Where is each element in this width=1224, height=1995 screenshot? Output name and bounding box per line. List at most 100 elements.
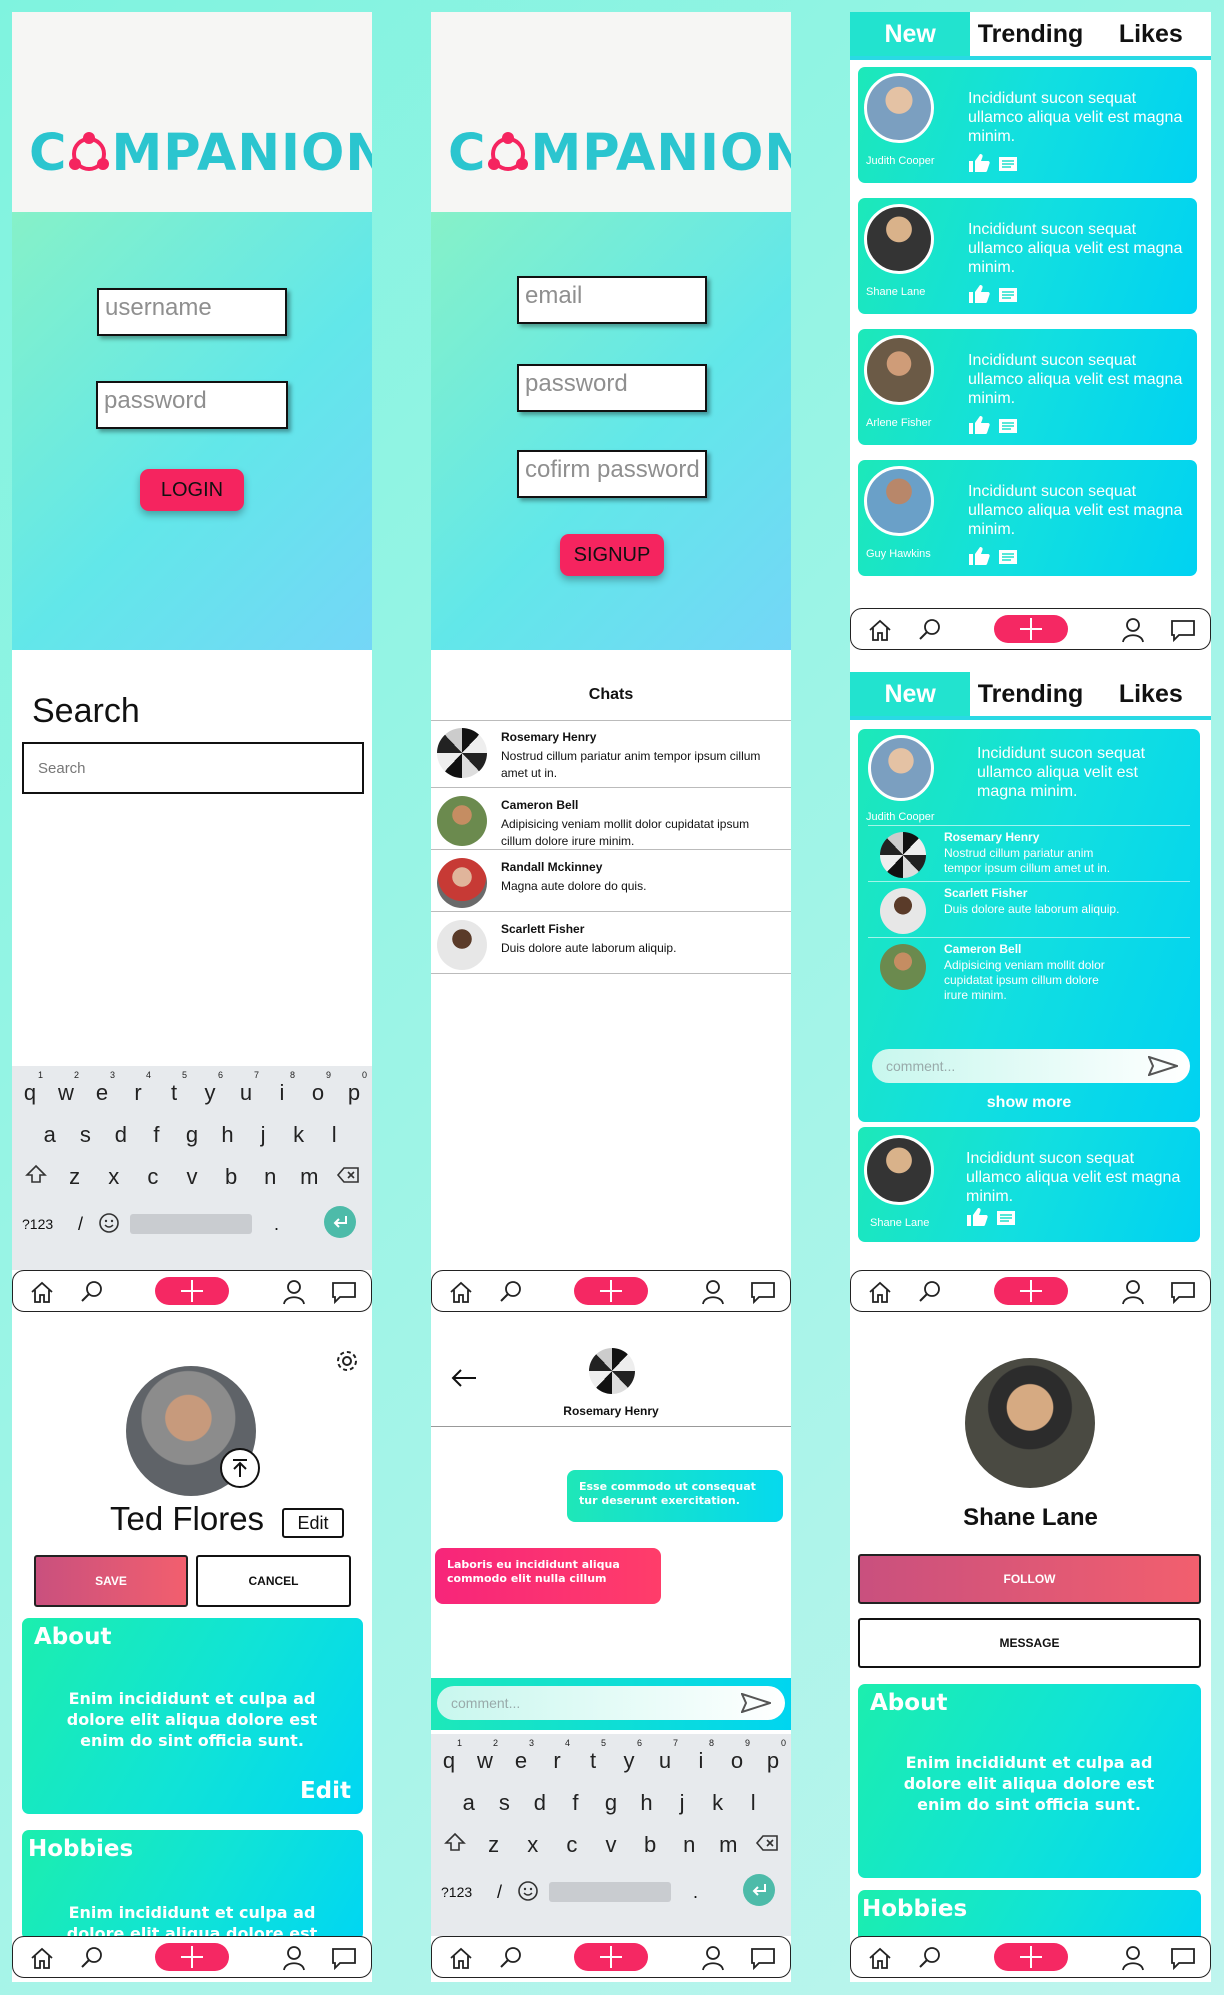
- show-more-link[interactable]: show more: [858, 1094, 1200, 1112]
- profile-icon[interactable]: [281, 1945, 307, 1971]
- key[interactable]: l: [738, 1790, 768, 1816]
- messages-icon[interactable]: [331, 1945, 357, 1971]
- key[interactable]: x: [518, 1832, 548, 1858]
- key[interactable]: v: [596, 1832, 626, 1858]
- key[interactable]: b: [216, 1164, 246, 1190]
- emoji-icon[interactable]: [98, 1212, 120, 1234]
- shift-key-icon[interactable]: [21, 1164, 51, 1190]
- key[interactable]: 2w: [51, 1070, 81, 1106]
- add-post-button[interactable]: [574, 1277, 648, 1305]
- key[interactable]: 9o: [303, 1070, 333, 1106]
- key[interactable]: g: [596, 1790, 626, 1816]
- shift-key-icon[interactable]: [440, 1832, 470, 1858]
- follow-button[interactable]: FOLLOW: [858, 1554, 1201, 1604]
- like-icon[interactable]: [968, 415, 990, 435]
- enter-key-icon[interactable]: [743, 1874, 775, 1906]
- key[interactable]: 0p: [758, 1738, 788, 1774]
- message-input[interactable]: comment...: [437, 1686, 785, 1720]
- key[interactable]: s: [70, 1122, 100, 1148]
- email-input[interactable]: email: [517, 276, 707, 324]
- key[interactable]: j: [667, 1790, 697, 1816]
- key[interactable]: 7u: [650, 1738, 680, 1774]
- space-bar[interactable]: [130, 1214, 252, 1234]
- key[interactable]: 4r: [542, 1738, 572, 1774]
- avatar[interactable]: [880, 888, 926, 934]
- chat-list-item[interactable]: Scarlett Fisher Duis dolore aute laborum…: [431, 912, 791, 974]
- profile-icon[interactable]: [1120, 1945, 1146, 1971]
- avatar[interactable]: [864, 335, 934, 405]
- messages-icon[interactable]: [1170, 1945, 1196, 1971]
- edit-name-button[interactable]: Edit: [282, 1508, 344, 1538]
- tab-trending[interactable]: Trending: [970, 672, 1091, 720]
- key[interactable]: 3e: [87, 1070, 117, 1106]
- key[interactable]: f: [141, 1122, 171, 1148]
- avatar[interactable]: [864, 204, 934, 274]
- like-icon[interactable]: [966, 1207, 988, 1227]
- key[interactable]: a: [35, 1122, 65, 1148]
- search-icon[interactable]: [917, 1279, 943, 1305]
- key[interactable]: d: [525, 1790, 555, 1816]
- key[interactable]: 6y: [614, 1738, 644, 1774]
- upload-photo-button[interactable]: [220, 1448, 260, 1488]
- messages-icon[interactable]: [331, 1279, 357, 1305]
- home-icon[interactable]: [867, 1279, 893, 1305]
- home-icon[interactable]: [448, 1945, 474, 1971]
- login-button[interactable]: LOGIN: [140, 469, 244, 511]
- send-icon[interactable]: [1148, 1056, 1178, 1076]
- add-post-button[interactable]: [155, 1943, 229, 1971]
- space-bar[interactable]: [549, 1882, 671, 1902]
- profile-icon[interactable]: [1120, 617, 1146, 643]
- key[interactable]: z: [479, 1832, 509, 1858]
- back-arrow-icon[interactable]: [451, 1368, 477, 1388]
- chat-list-item[interactable]: Randall Mckinney Magna aute dolore do qu…: [431, 850, 791, 912]
- search-icon[interactable]: [498, 1279, 524, 1305]
- add-post-button[interactable]: [155, 1277, 229, 1305]
- key[interactable]: d: [106, 1122, 136, 1148]
- backspace-key-icon[interactable]: [333, 1164, 363, 1190]
- avatar[interactable]: [864, 466, 934, 536]
- comment-icon[interactable]: [996, 1210, 1016, 1226]
- password-input[interactable]: password: [517, 364, 707, 412]
- key[interactable]: k: [284, 1122, 314, 1148]
- key[interactable]: b: [635, 1832, 665, 1858]
- search-icon[interactable]: [79, 1279, 105, 1305]
- search-icon[interactable]: [917, 617, 943, 643]
- key[interactable]: 8i: [686, 1738, 716, 1774]
- key[interactable]: v: [177, 1164, 207, 1190]
- key[interactable]: 6y: [195, 1070, 225, 1106]
- key[interactable]: c: [557, 1832, 587, 1858]
- key[interactable]: f: [560, 1790, 590, 1816]
- contact-avatar[interactable]: [589, 1348, 635, 1394]
- slash-key[interactable]: /: [497, 1882, 502, 1903]
- enter-key-icon[interactable]: [324, 1206, 356, 1238]
- avatar[interactable]: [965, 1358, 1095, 1488]
- backspace-key-icon[interactable]: [752, 1832, 782, 1858]
- key[interactable]: 8i: [267, 1070, 297, 1106]
- key[interactable]: m: [294, 1164, 324, 1190]
- avatar[interactable]: [864, 1135, 934, 1205]
- key[interactable]: c: [138, 1164, 168, 1190]
- key[interactable]: 2w: [470, 1738, 500, 1774]
- like-icon[interactable]: [968, 546, 990, 566]
- username-input[interactable]: username: [97, 288, 287, 336]
- confirm-password-input[interactable]: cofirm password: [517, 450, 707, 498]
- like-icon[interactable]: [968, 153, 990, 173]
- key[interactable]: k: [703, 1790, 733, 1816]
- period-key[interactable]: .: [274, 1214, 279, 1235]
- comment-icon[interactable]: [998, 156, 1018, 172]
- tab-new[interactable]: New: [850, 672, 971, 720]
- like-icon[interactable]: [968, 284, 990, 304]
- key[interactable]: 9o: [722, 1738, 752, 1774]
- key[interactable]: z: [60, 1164, 90, 1190]
- search-icon[interactable]: [498, 1945, 524, 1971]
- avatar[interactable]: [880, 832, 926, 878]
- chat-list-item[interactable]: Rosemary Henry Nostrud cillum pariatur a…: [431, 720, 791, 788]
- key[interactable]: m: [713, 1832, 743, 1858]
- home-icon[interactable]: [448, 1279, 474, 1305]
- add-post-button[interactable]: [574, 1943, 648, 1971]
- home-icon[interactable]: [867, 1945, 893, 1971]
- search-input[interactable]: Search: [22, 742, 364, 794]
- key[interactable]: 0p: [339, 1070, 369, 1106]
- comment-icon[interactable]: [998, 287, 1018, 303]
- period-key[interactable]: .: [693, 1882, 698, 1903]
